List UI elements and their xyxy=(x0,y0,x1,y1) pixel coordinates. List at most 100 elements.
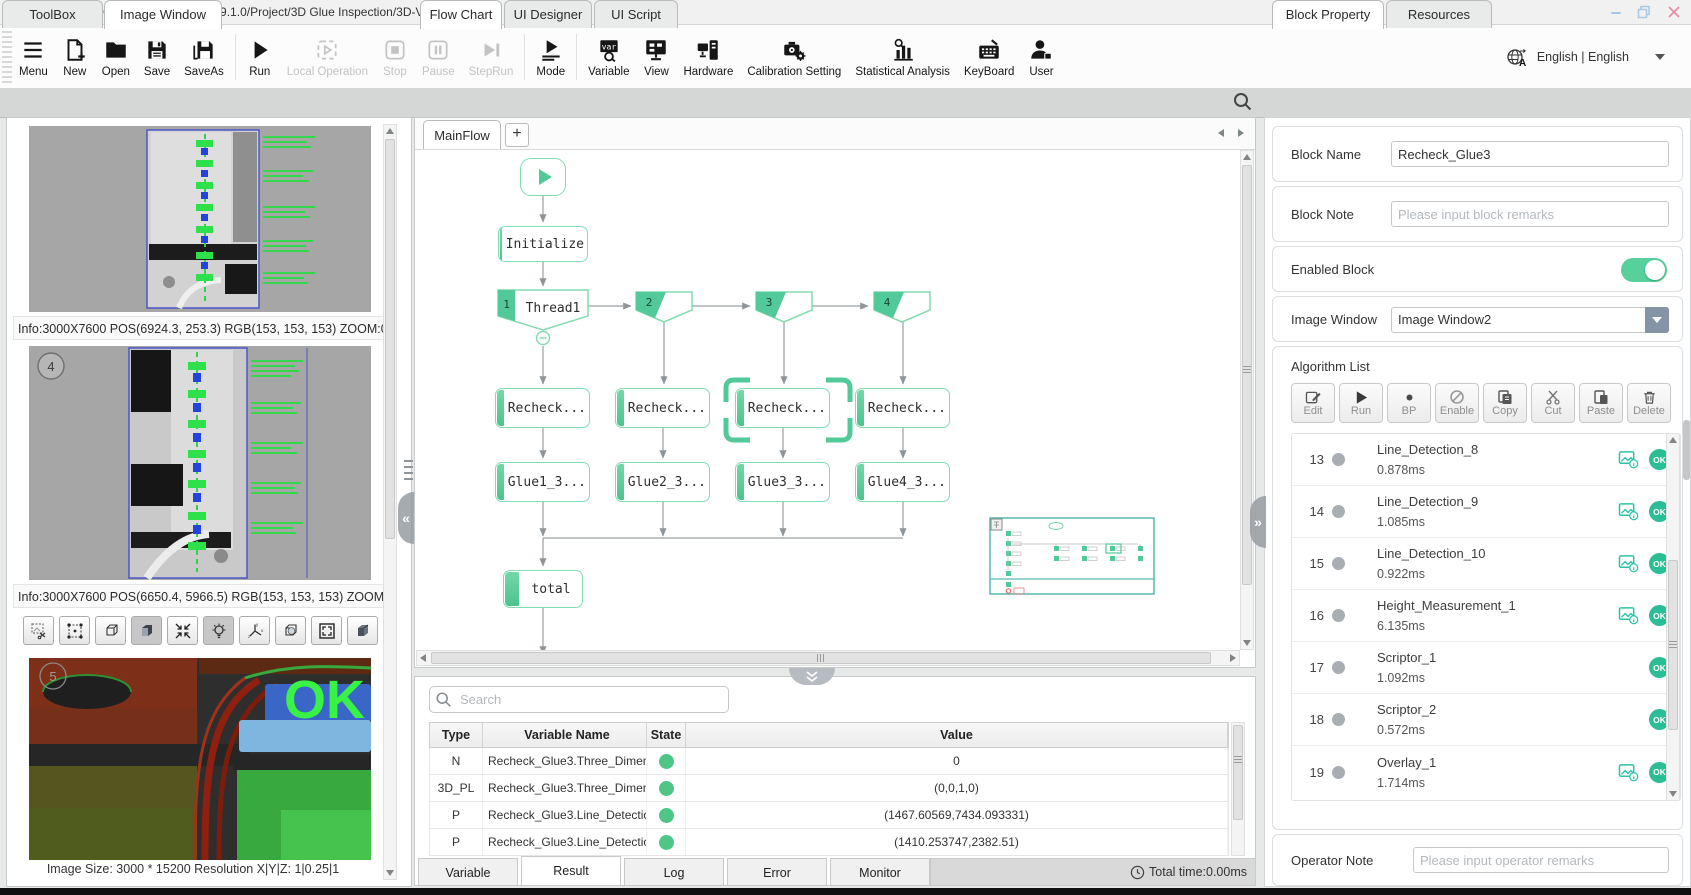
flow-node-recheck-4[interactable]: Recheck... xyxy=(855,388,950,428)
variable-row[interactable]: P Recheck_Glue3.Line_Detection_1.mi... (… xyxy=(429,829,1229,856)
right-panel-scrollbar[interactable] xyxy=(1683,420,1690,480)
scroll-left-arrow[interactable] xyxy=(417,652,429,664)
restore-button[interactable] xyxy=(1632,4,1656,20)
calibration-setting-button[interactable]: Calibration Setting xyxy=(740,34,848,80)
algorithm-item[interactable]: 18 Scriptor_20.572ms OK xyxy=(1292,694,1680,746)
algorithm-item[interactable]: 13 Line_Detection_80.878ms OK xyxy=(1292,434,1680,486)
flow-tabs-prev-button[interactable] xyxy=(1215,127,1227,139)
algorithm-cut-button[interactable]: Cut xyxy=(1531,383,1575,423)
step-run-button[interactable]: StepRun xyxy=(462,34,521,80)
flow-node-glue-1[interactable]: Glue1_3... xyxy=(495,462,590,502)
algorithm-item[interactable]: 15 Line_Detection_100.922ms OK xyxy=(1292,538,1680,590)
flow-canvas[interactable]: 1 Thread1 2 3 xyxy=(416,150,1240,650)
flow-node-recheck-1[interactable]: Recheck... xyxy=(495,388,590,428)
bottom-tab-log[interactable]: Log xyxy=(624,858,724,886)
collapse-left-panel-handle[interactable]: « xyxy=(398,492,414,544)
operator-note-input[interactable] xyxy=(1413,847,1669,873)
tab-ui-script[interactable]: UI Script xyxy=(594,0,678,28)
view-button[interactable]: View xyxy=(636,34,676,80)
scroll-down-arrow[interactable] xyxy=(384,867,396,879)
inspection-image-1[interactable] xyxy=(29,126,371,312)
run-button[interactable]: Run xyxy=(240,34,280,80)
left-panel-scrollbar[interactable] xyxy=(383,124,397,880)
tab-flow-chart[interactable]: Flow Chart xyxy=(420,0,502,29)
crop-image-button[interactable] xyxy=(23,616,54,645)
add-flow-tab-button[interactable]: + xyxy=(505,123,529,147)
variable-row[interactable]: P Recheck_Glue3.Line_Detection_L.mi... (… xyxy=(429,802,1229,829)
flow-node-recheck-3[interactable]: Recheck... xyxy=(735,388,830,428)
flow-vertical-scrollbar[interactable] xyxy=(1240,150,1254,650)
block-name-input[interactable] xyxy=(1391,141,1669,167)
language-selector[interactable]: A English | English xyxy=(1505,45,1665,69)
algorithm-edit-button[interactable]: Edit xyxy=(1291,383,1335,423)
bottom-tab-result[interactable]: Result xyxy=(521,856,621,886)
tab-image-window[interactable]: Image Window xyxy=(104,0,222,29)
flow-node-glue-4[interactable]: Glue4_3... xyxy=(855,462,950,502)
flow-node-thread2[interactable]: 2 xyxy=(636,292,692,322)
light-button[interactable] xyxy=(203,616,234,645)
flow-tabs-next-button[interactable] xyxy=(1235,127,1247,139)
block-note-input[interactable] xyxy=(1391,201,1669,227)
variable-table-scrollbar[interactable] xyxy=(1231,722,1245,856)
flow-node-total[interactable]: total xyxy=(503,570,583,608)
tab-resources[interactable]: Resources xyxy=(1386,0,1492,28)
algorithm-copy-button[interactable]: Copy xyxy=(1483,383,1527,423)
stop-button[interactable]: Stop xyxy=(375,34,415,80)
pause-button[interactable]: Pause xyxy=(415,34,462,80)
local-operation-button[interactable]: Local Operation xyxy=(280,34,375,80)
keyboard-button[interactable]: KeyBoard xyxy=(957,34,1022,80)
flow-tab-mainflow[interactable]: MainFlow xyxy=(423,120,501,149)
shaded-cube-button[interactable] xyxy=(347,616,378,645)
flow-node-thread1[interactable]: 1 Thread1 xyxy=(498,290,588,345)
toolbar-grip[interactable] xyxy=(2,31,12,83)
scroll-up-arrow[interactable] xyxy=(384,125,396,137)
image-result-icon[interactable] xyxy=(1618,450,1639,469)
menu-button[interactable]: Menu xyxy=(12,34,55,80)
user-button[interactable]: User xyxy=(1021,34,1061,80)
save-button[interactable]: Save xyxy=(137,34,177,80)
flow-node-recheck-2[interactable]: Recheck... xyxy=(615,388,710,428)
flow-node-glue-3[interactable]: Glue3_3... xyxy=(735,462,830,502)
mode-button[interactable]: Mode xyxy=(529,34,572,80)
splitter-grip[interactable] xyxy=(404,458,413,480)
algorithm-item[interactable]: 19 Overlay_11.714ms OK xyxy=(1292,746,1680,798)
tab-block-property[interactable]: Block Property xyxy=(1272,0,1384,29)
image-result-icon[interactable] xyxy=(1618,606,1639,625)
statistical-analysis-button[interactable]: Statistical Analysis xyxy=(848,34,957,80)
bottom-tab-monitor[interactable]: Monitor xyxy=(830,858,930,886)
search-flow-button[interactable] xyxy=(1232,91,1254,118)
scroll-right-arrow[interactable] xyxy=(1227,652,1239,664)
algorithm-list-scrollbar[interactable] xyxy=(1666,434,1680,800)
image-result-icon[interactable] xyxy=(1618,554,1639,573)
flow-horizontal-scrollbar[interactable] xyxy=(416,650,1240,666)
algorithm-bp-button[interactable]: BP xyxy=(1387,383,1431,423)
hardware-button[interactable]: Hardware xyxy=(676,34,740,80)
enabled-block-toggle[interactable] xyxy=(1621,258,1667,282)
open-button[interactable]: Open xyxy=(95,34,137,80)
bottom-tab-error[interactable]: Error xyxy=(727,858,827,886)
minimize-button[interactable] xyxy=(1604,4,1628,20)
bottom-tab-variable[interactable]: Variable xyxy=(418,858,518,886)
algorithm-enable-button[interactable]: Enable xyxy=(1435,383,1479,423)
tab-ui-designer[interactable]: UI Designer xyxy=(504,0,592,28)
solid-cube-button[interactable] xyxy=(131,616,162,645)
point-select-button[interactable] xyxy=(59,616,90,645)
axes-button[interactable]: zxy xyxy=(239,616,270,645)
close-button[interactable] xyxy=(1662,4,1686,20)
point-cloud-image[interactable]: 5 OK xyxy=(29,658,371,860)
new-button[interactable]: New xyxy=(55,34,95,80)
algorithm-item[interactable]: 17 Scriptor_11.092ms OK xyxy=(1292,642,1680,694)
flow-node-start[interactable] xyxy=(520,158,566,196)
flow-node-thread4[interactable]: 4 xyxy=(874,292,930,322)
scroll-down-arrow[interactable] xyxy=(1667,788,1679,800)
flow-minimap[interactable] xyxy=(990,518,1154,594)
scroll-up-arrow[interactable] xyxy=(1667,434,1679,446)
scroll-down-arrow[interactable] xyxy=(1241,637,1253,649)
select-dropdown-button[interactable] xyxy=(1645,307,1669,333)
image-result-icon[interactable] xyxy=(1618,502,1639,521)
algorithm-paste-button[interactable]: Paste xyxy=(1579,383,1623,423)
image-window-select[interactable]: Image Window2 xyxy=(1391,307,1669,333)
variable-row[interactable]: 3D_PL Recheck_Glue3.Three_Dimension_I...… xyxy=(429,775,1229,802)
flow-node-glue-2[interactable]: Glue2_3... xyxy=(615,462,710,502)
collapse-view-button[interactable] xyxy=(167,616,198,645)
